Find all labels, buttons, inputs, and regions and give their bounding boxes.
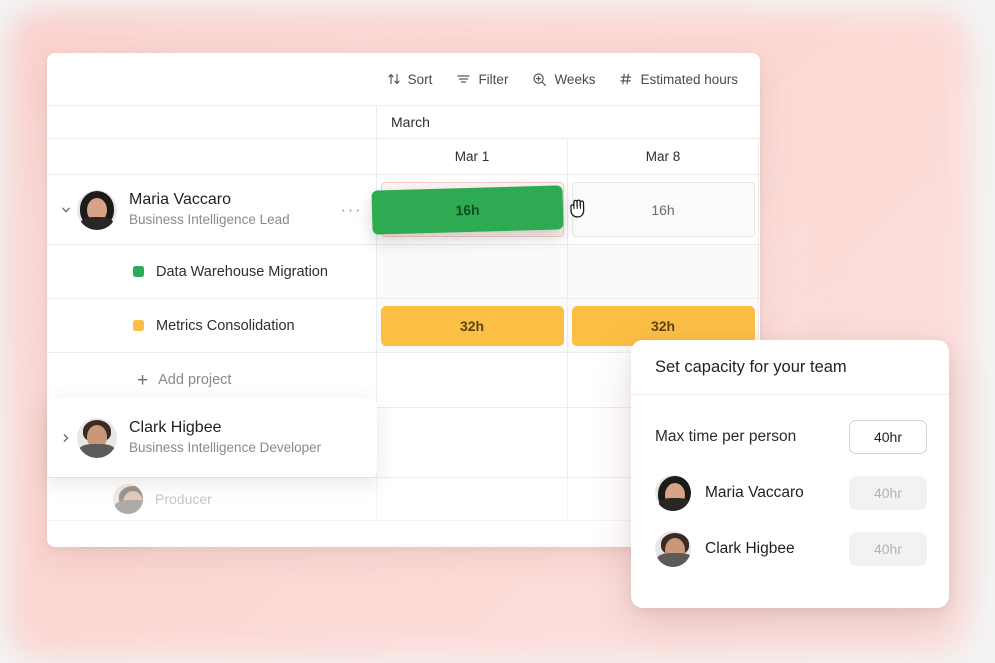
zoom-in-icon <box>532 72 547 87</box>
capacity-row-clark: Clark Higbee 40hr <box>655 521 927 577</box>
grabbing-hand-cursor <box>566 193 593 225</box>
project-name: Data Warehouse Migration <box>156 263 328 280</box>
week-header-spacer <box>47 139 377 174</box>
person-name-cell[interactable]: Maria Vaccaro Business Intelligence Lead… <box>47 175 377 244</box>
max-time-label: Max time per person <box>655 428 797 445</box>
week-header-mar-8[interactable]: Mar 8 <box>568 139 759 174</box>
person-text: Clark Higbee Business Intelligence Devel… <box>129 418 321 457</box>
month-header-spacer <box>47 106 377 138</box>
person-role: Business Intelligence Developer <box>129 439 322 455</box>
dragging-bar-value: 16h <box>455 201 480 219</box>
person-name: Clark Higbee <box>129 418 222 436</box>
capacity-input-clark[interactable]: 40hr <box>849 532 927 566</box>
timeline-cell-mar-1[interactable] <box>377 353 568 407</box>
week-header-mar-1[interactable]: Mar 1 <box>377 139 568 174</box>
timeline-cell-mar-1[interactable]: 32h <box>377 299 568 352</box>
capacity-row-maria: Maria Vaccaro 40hr <box>655 465 927 521</box>
capacity-input-maria[interactable]: 40hr <box>849 476 927 510</box>
capacity-chip: 16h <box>571 182 755 237</box>
more-options-icon[interactable]: ··· <box>341 200 362 220</box>
person-identity: Clark Higbee <box>655 531 795 567</box>
allocation-bar[interactable]: 32h <box>380 305 564 346</box>
board-toolbar: Sort Filter Weeks Estimated hours <box>47 53 760 106</box>
project-name-cell[interactable]: Data Warehouse Migration <box>47 245 377 298</box>
screenshot-stage: Sort Filter Weeks Estimated hours March … <box>0 0 995 663</box>
week-header-row: Mar 1 Mar 8 <box>47 139 760 175</box>
person-name-cell[interactable]: Producer <box>47 478 377 520</box>
sort-icon <box>387 72 401 86</box>
max-time-row: Max time per person 40hr <box>655 409 927 465</box>
timeline-cell-mar-8[interactable] <box>568 245 759 298</box>
sort-button[interactable]: Sort <box>387 71 433 87</box>
estimated-hours-button[interactable]: Estimated hours <box>619 72 738 87</box>
capacity-cell-mar-8[interactable]: 16h <box>568 175 759 244</box>
filter-button[interactable]: Filter <box>456 72 508 87</box>
avatar <box>77 417 117 458</box>
avatar-face-clark <box>655 531 691 567</box>
timeline-cell-mar-1[interactable] <box>377 478 568 520</box>
person-identity: Maria Vaccaro <box>655 475 804 511</box>
avatar-face-producer <box>113 484 143 514</box>
filter-label: Filter <box>478 71 509 87</box>
filter-icon <box>456 72 471 86</box>
project-name-cell[interactable]: Metrics Consolidation <box>47 299 377 352</box>
timeline-cell-mar-1[interactable] <box>377 245 568 298</box>
avatar <box>655 475 691 511</box>
person-name: Maria Vaccaro <box>705 484 804 501</box>
project-name: Metrics Consolidation <box>156 317 295 334</box>
add-project-label: Add project <box>158 372 232 388</box>
person-role: Business Intelligence Lead <box>129 211 290 227</box>
chevron-down-icon[interactable] <box>55 204 77 216</box>
weeks-label: Weeks <box>554 71 596 87</box>
project-row-data-warehouse-migration: Data Warehouse Migration <box>47 245 760 299</box>
dialog-body: Max time per person 40hr Maria Vaccaro 4… <box>631 395 949 577</box>
person-role: Producer <box>155 491 212 507</box>
avatar-face-maria <box>77 190 117 230</box>
project-color-swatch <box>133 266 144 277</box>
avatar <box>113 484 143 514</box>
project-color-swatch <box>133 320 144 331</box>
person-name: Clark Higbee <box>705 540 795 557</box>
person-name: Maria Vaccaro <box>129 190 231 208</box>
person-card-clark[interactable]: Clark Higbee Business Intelligence Devel… <box>47 398 377 477</box>
hash-icon <box>619 72 633 86</box>
set-capacity-dialog: Set capacity for your team Max time per … <box>631 340 949 608</box>
weeks-zoom-button[interactable]: Weeks <box>532 72 595 87</box>
sort-label: Sort <box>407 71 433 87</box>
avatar-face-clark <box>77 418 117 458</box>
estimated-hours-label: Estimated hours <box>640 71 738 87</box>
avatar <box>655 531 691 567</box>
month-header-row: March <box>47 106 760 139</box>
person-text: Maria Vaccaro Business Intelligence Lead <box>129 190 290 229</box>
plus-icon: + <box>137 369 149 391</box>
max-time-input[interactable]: 40hr <box>849 420 927 454</box>
month-label: March <box>391 114 430 130</box>
capacity-cell-mar-1[interactable] <box>377 408 568 477</box>
chevron-right-icon[interactable] <box>55 432 77 444</box>
avatar-face-maria <box>655 475 691 511</box>
dialog-title: Set capacity for your team <box>631 340 949 395</box>
dragging-allocation-bar[interactable]: 16h <box>371 185 585 235</box>
avatar <box>77 189 117 230</box>
